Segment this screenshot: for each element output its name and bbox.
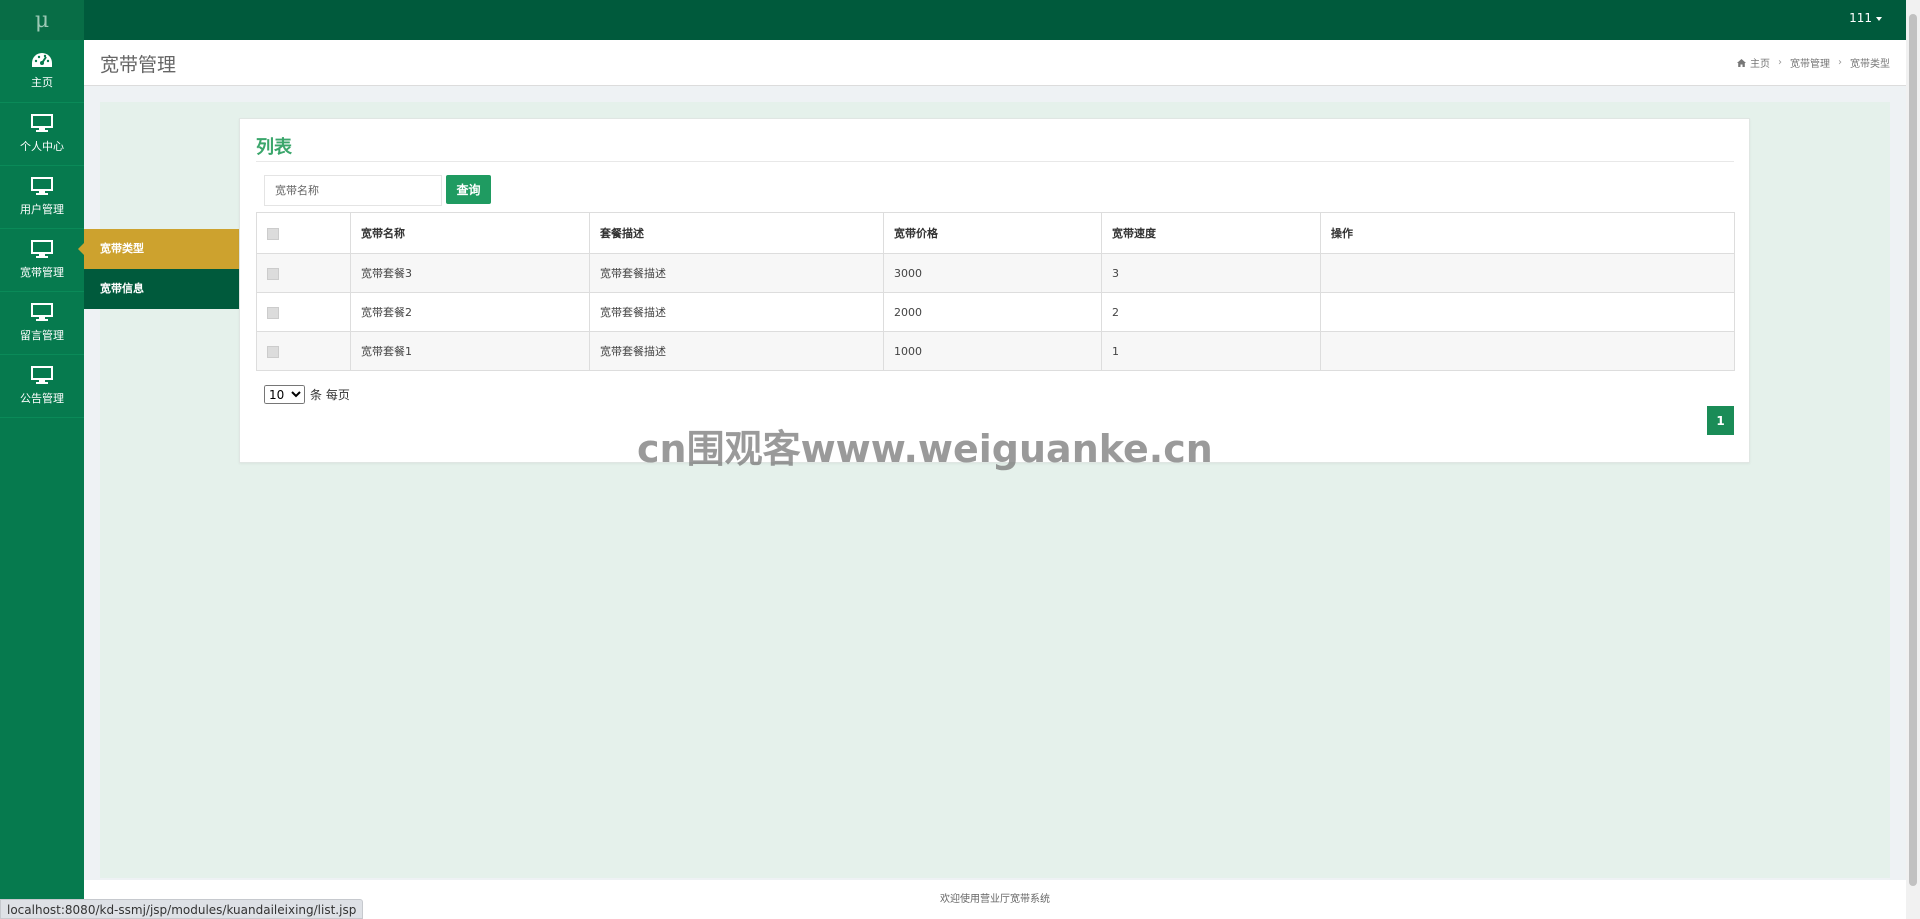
column-header: 操作 [1320,212,1735,254]
cell-speed: 2 [1101,292,1321,332]
cell-speed: 3 [1101,253,1321,293]
cell-name: 宽带套餐2 [350,292,590,332]
cell-price: 1000 [883,331,1102,371]
sidebar: μ 主页 个人中心 用户管理 宽带管理 留言管理 公告管理 [0,0,84,919]
monitor-icon [31,114,53,132]
page-size-select[interactable]: 10 [264,385,305,404]
sidebar-item-label: 个人中心 [20,140,64,153]
cell-name: 宽带套餐1 [350,331,590,371]
row-select-cell [256,253,351,293]
row-select-cell [256,331,351,371]
cell-desc: 宽带套餐描述 [589,292,884,332]
submenu-item-broadband-info[interactable]: 宽带信息 [84,269,240,309]
column-header: 宽带名称 [350,212,590,254]
breadcrumb-item[interactable]: 宽带管理 [1790,55,1830,70]
submenu: 宽带类型 宽带信息 [78,229,240,309]
watermark: cn围观客www.weiguanke.cn [637,427,1213,471]
column-header: 宽带价格 [883,212,1102,254]
monitor-icon [31,366,53,384]
cell-desc: 宽带套餐描述 [589,253,884,293]
table-header-row: 宽带名称 套餐描述 宽带价格 宽带速度 操作 [256,212,1735,254]
row-select-cell [256,292,351,332]
cell-ops [1320,253,1735,293]
sidebar-item-announcement-management[interactable]: 公告管理 [0,355,84,418]
sidebar-item-label: 主页 [31,76,53,89]
breadcrumb-separator-icon: › [1778,57,1782,68]
page-size-suffix: 条 每页 [310,388,350,402]
pagination-page-button[interactable]: 1 [1707,406,1734,435]
dashboard-icon [32,53,52,67]
cell-speed: 1 [1101,331,1321,371]
breadcrumb: 主页 › 宽带管理 › 宽带类型 [1737,55,1890,70]
monitor-icon [31,240,53,258]
breadcrumb-home-link[interactable]: 主页 [1750,55,1770,70]
scrollbar-thumb[interactable] [1909,14,1917,886]
sidebar-item-label: 用户管理 [20,203,64,216]
sidebar-item-user-management[interactable]: 用户管理 [0,166,84,229]
app-logo[interactable]: μ [0,0,84,40]
table-row: 宽带套餐3 宽带套餐描述 3000 3 [256,253,1735,293]
cell-price: 3000 [883,253,1102,293]
row-checkbox[interactable] [267,267,279,280]
search-button[interactable]: 查询 [446,175,491,204]
page-size-control: 10 条 每页 [264,385,350,404]
sidebar-item-label: 公告管理 [20,392,64,405]
row-checkbox[interactable] [267,345,279,358]
select-all-header [256,212,351,254]
cell-price: 2000 [883,292,1102,332]
page-header: 宽带管理 主页 › 宽带管理 › 宽带类型 [84,40,1906,86]
cell-ops [1320,292,1735,332]
sidebar-item-personal-center[interactable]: 个人中心 [0,103,84,166]
column-header: 套餐描述 [589,212,884,254]
cell-ops [1320,331,1735,371]
scrollbar[interactable] [1906,0,1920,919]
monitor-icon [31,303,53,321]
sidebar-item-label: 宽带管理 [20,266,64,279]
breadcrumb-item-current: 宽带类型 [1850,59,1890,70]
cell-name: 宽带套餐3 [350,253,590,293]
data-table: 宽带名称 套餐描述 宽带价格 宽带速度 操作 宽带套餐3 宽带套餐描述 3000… [256,212,1735,371]
list-card: 列表 查询 宽带名称 套餐描述 宽带价格 宽带速度 操作 宽带套餐3 宽带套餐描… [239,118,1750,463]
breadcrumb-separator-icon: › [1838,57,1842,68]
card-divider [256,161,1734,162]
cell-desc: 宽带套餐描述 [589,331,884,371]
sidebar-item-message-management[interactable]: 留言管理 [0,292,84,355]
user-menu-dropdown[interactable]: 111 [1849,0,1882,40]
card-title: 列表 [256,137,292,158]
search-input[interactable] [264,175,442,206]
monitor-icon [31,177,53,195]
submenu-item-broadband-type[interactable]: 宽带类型 [78,229,240,269]
top-navbar: 111 [0,0,1920,40]
column-header: 宽带速度 [1101,212,1321,254]
select-all-checkbox[interactable] [267,227,279,240]
browser-status-url: localhost:8080/kd-ssmj/jsp/modules/kuand… [0,899,364,919]
sidebar-item-label: 留言管理 [20,329,64,342]
home-icon [1737,58,1746,67]
row-checkbox[interactable] [267,306,279,319]
user-menu-label: 111 [1849,11,1872,25]
sidebar-item-broadband-management[interactable]: 宽带管理 [0,229,84,292]
table-row: 宽带套餐2 宽带套餐描述 2000 2 [256,292,1735,332]
table-row: 宽带套餐1 宽带套餐描述 1000 1 [256,331,1735,371]
page-title: 宽带管理 [100,54,177,76]
caret-down-icon [1876,16,1882,21]
sidebar-item-home[interactable]: 主页 [0,40,84,103]
